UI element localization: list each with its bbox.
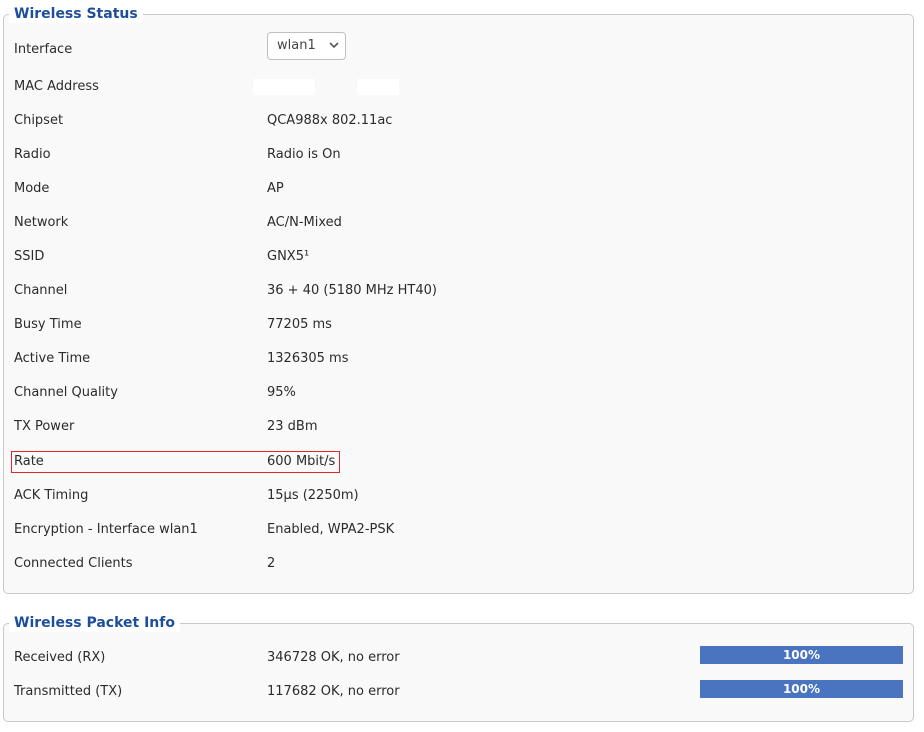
connected-clients-label: Connected Clients [14, 556, 133, 571]
mac-address-redaction [253, 79, 315, 95]
wireless-packet-info-title: Wireless Packet Info [9, 615, 180, 632]
active-time-label: Active Time [14, 351, 91, 366]
channel-value: 36 + 40 (5180 MHz HT40) [267, 283, 437, 298]
rx-row: Received (RX) 346728 OK, no error 100% [4, 646, 913, 668]
chipset-label: Chipset [14, 113, 64, 128]
tx-row: Transmitted (TX) 117682 OK, no error 100… [4, 680, 913, 702]
encryption-value: Enabled, WPA2-PSK [267, 522, 395, 537]
tx-power-label: TX Power [14, 419, 75, 434]
encryption-label: Encryption - Interface wlan1 [14, 522, 198, 537]
tx-value: 117682 OK, no error [267, 684, 400, 699]
rx-label: Received (RX) [14, 650, 106, 665]
chipset-value: QCA988x 802.11ac [267, 113, 393, 128]
ssid-row: SSID GNX5¹ [4, 247, 913, 267]
ack-timing-value: 15μs (2250m) [267, 488, 359, 503]
mac-address-label: MAC Address [14, 79, 99, 94]
ack-timing-label: ACK Timing [14, 488, 89, 503]
network-label: Network [14, 215, 69, 230]
channel-quality-value: 95% [267, 385, 296, 400]
channel-quality-label: Channel Quality [14, 385, 118, 400]
network-value: AC/N-Mixed [267, 215, 342, 230]
channel-quality-row: Channel Quality 95% [4, 383, 913, 403]
mac-address-row: MAC Address [4, 77, 913, 97]
connected-clients-row: Connected Clients 2 [4, 554, 913, 574]
channel-row: Channel 36 + 40 (5180 MHz HT40) [4, 281, 913, 301]
chipset-row: Chipset QCA988x 802.11ac [4, 111, 913, 131]
rx-progress-text: 100% [782, 648, 821, 662]
chevron-down-icon [329, 42, 339, 49]
tx-label: Transmitted (TX) [14, 684, 123, 699]
busy-time-label: Busy Time [14, 317, 82, 332]
radio-label: Radio [14, 147, 51, 162]
wireless-status-title: Wireless Status [9, 6, 143, 23]
interface-select[interactable]: wlan1 [267, 32, 346, 60]
encryption-row: Encryption - Interface wlan1 Enabled, WP… [4, 520, 913, 540]
tx-power-row: TX Power 23 dBm [4, 417, 913, 437]
channel-label: Channel [14, 283, 68, 298]
radio-row: Radio Radio is On [4, 145, 913, 165]
mode-row: Mode AP [4, 179, 913, 199]
active-time-value: 1326305 ms [267, 351, 349, 366]
network-row: Network AC/N-Mixed [4, 213, 913, 233]
ssid-label: SSID [14, 249, 45, 264]
wireless-status-panel: Wireless Status Interface wlan1 MAC Addr… [3, 6, 914, 594]
tx-progress-bar: 100% [700, 680, 903, 698]
tx-power-value: 23 dBm [267, 419, 318, 434]
rx-value: 346728 OK, no error [267, 650, 400, 665]
interface-select-value: wlan1 [277, 38, 316, 53]
ack-timing-row: ACK Timing 15μs (2250m) [4, 486, 913, 506]
radio-value: Radio is On [267, 147, 341, 162]
wireless-packet-info-panel: Wireless Packet Info Received (RX) 34672… [3, 615, 914, 722]
busy-time-row: Busy Time 77205 ms [4, 315, 913, 335]
interface-row: Interface wlan1 [4, 32, 913, 60]
rate-highlight-box [11, 451, 340, 473]
interface-label: Interface [14, 42, 73, 57]
rx-progress-bar: 100% [700, 646, 903, 664]
mode-label: Mode [14, 181, 50, 196]
tx-progress-text: 100% [782, 682, 821, 696]
active-time-row: Active Time 1326305 ms [4, 349, 913, 369]
ssid-value: GNX5¹ [267, 249, 310, 264]
mode-value: AP [267, 181, 284, 196]
busy-time-value: 77205 ms [267, 317, 332, 332]
connected-clients-value: 2 [267, 556, 276, 571]
mac-address-redaction [357, 79, 399, 95]
